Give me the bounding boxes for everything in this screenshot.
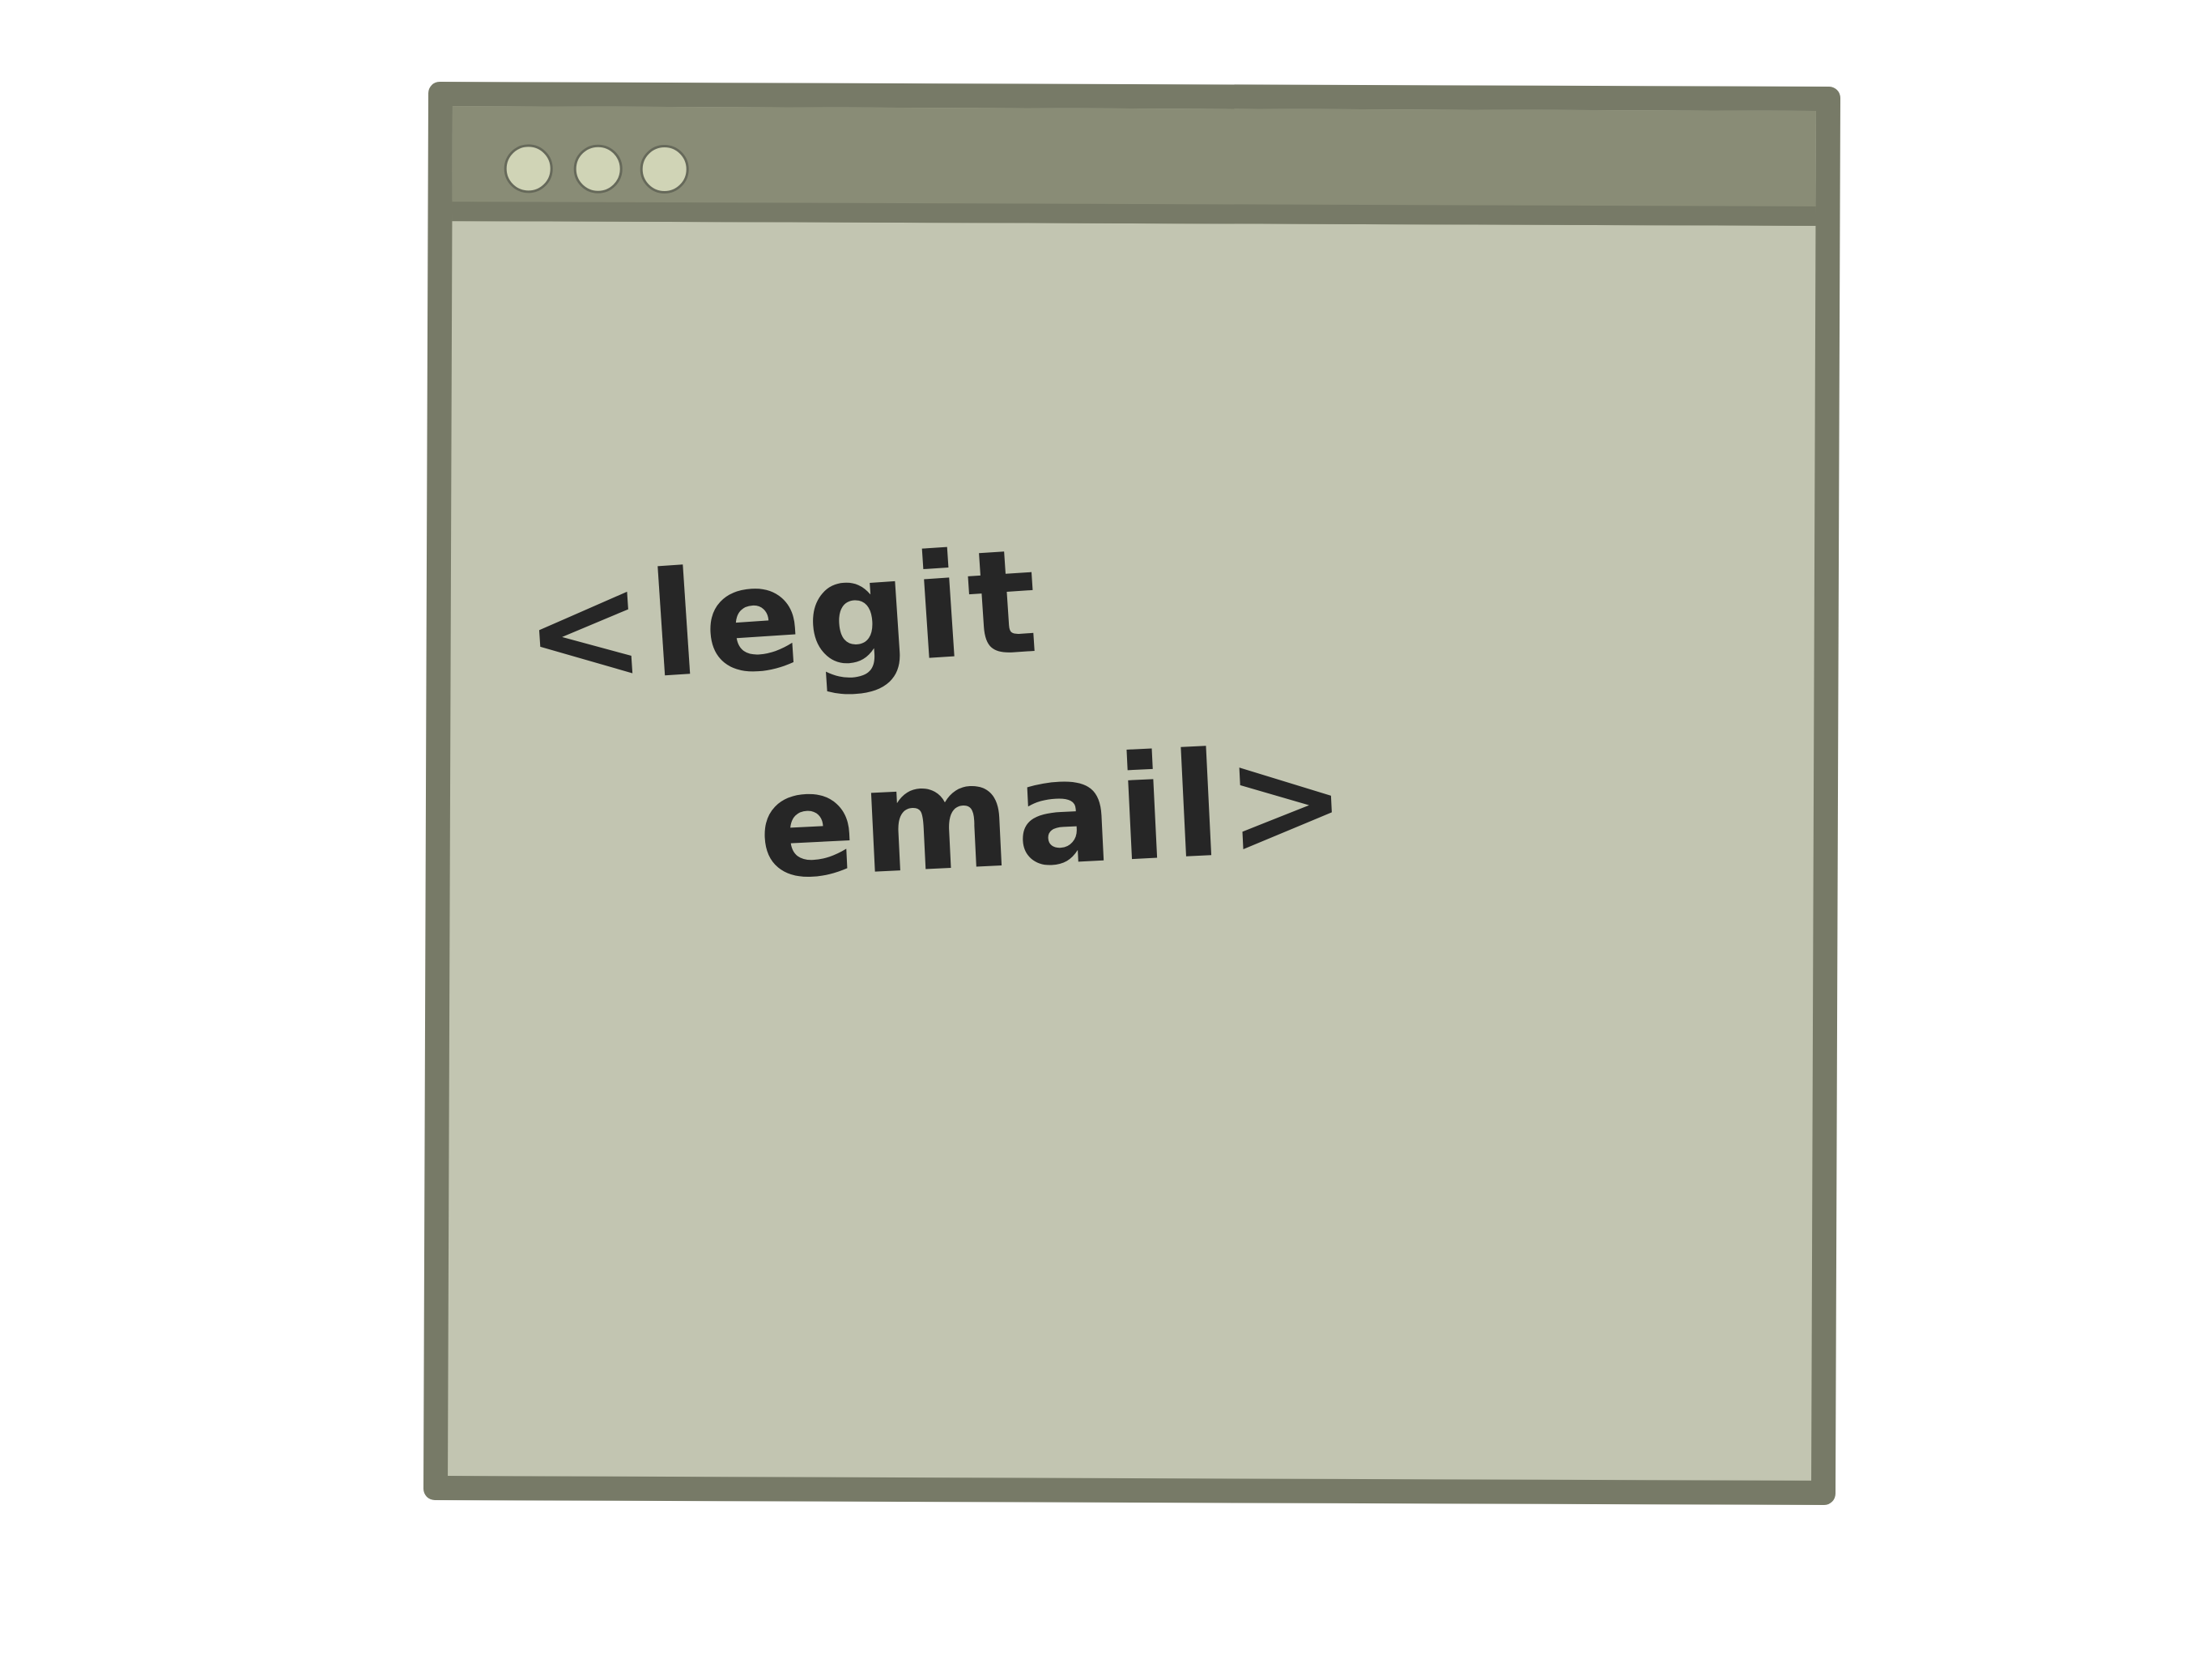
handwritten-text-line-2: email> (754, 714, 1356, 912)
window-close-button[interactable] (504, 144, 553, 193)
handwritten-text-line-1: <legit (518, 517, 1048, 719)
browser-window: <legit email> (423, 81, 1841, 1506)
window-titlebar (452, 106, 1816, 226)
window-minimize-button[interactable] (573, 144, 623, 193)
window-content: <legit email> (448, 221, 1815, 1481)
window-maximize-button[interactable] (640, 144, 689, 194)
